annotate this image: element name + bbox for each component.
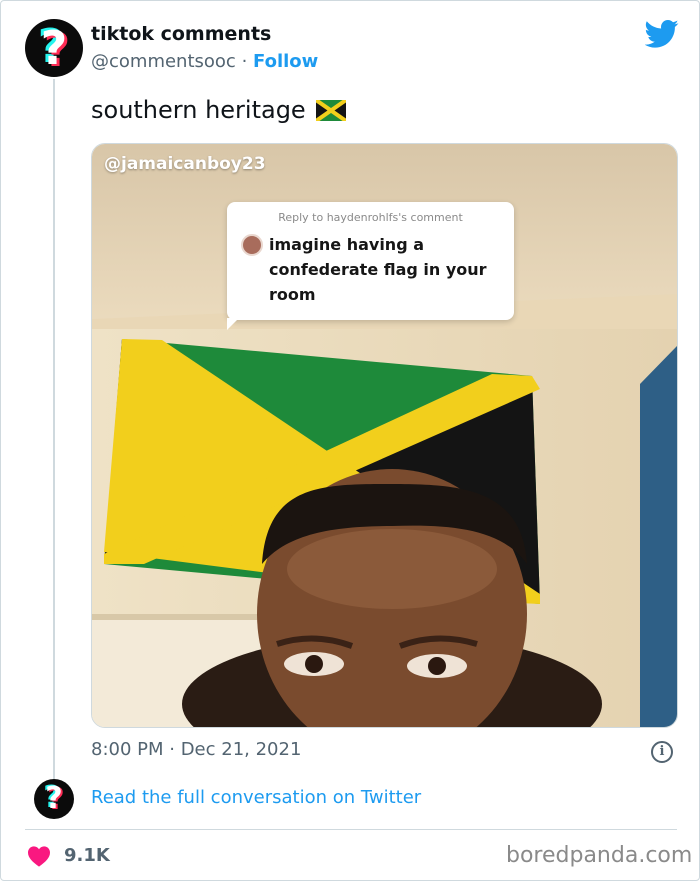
thread-line <box>53 79 55 779</box>
tweet-text-content: southern heritage <box>91 96 306 124</box>
avatar-glyph: ? <box>40 21 68 75</box>
conversation-avatar: ? ? ? <box>34 779 74 819</box>
video-watermark: @jamaicanboy23 <box>104 154 266 174</box>
follow-button[interactable]: Follow <box>253 51 318 72</box>
source-watermark: boredpanda.com <box>506 843 693 868</box>
separator-dot: · <box>241 51 248 72</box>
footer-divider <box>25 829 677 830</box>
info-icon[interactable]: i <box>651 741 673 763</box>
reply-comment-text: imagine having a confederate flag in you… <box>269 235 487 304</box>
author-handle[interactable]: @commentsooc <box>91 51 236 72</box>
tweet-text: southern heritage <box>91 96 346 124</box>
heart-icon[interactable] <box>27 845 51 867</box>
author-handle-row: @commentsooc · Follow <box>91 51 318 72</box>
small-avatar-glyph: ? <box>45 781 63 816</box>
reply-sticker: Reply to haydenrohlfs's comment imagine … <box>227 202 514 330</box>
jamaica-flag-emoji <box>315 99 346 121</box>
author-avatar[interactable]: ? ? ? <box>25 19 83 77</box>
like-count[interactable]: 9.1K <box>64 845 110 866</box>
reply-sticker-tail <box>227 318 239 330</box>
tweet-card: ? ? ? tiktok comments @commentsooc · Fol… <box>0 0 700 881</box>
tweet-timestamp[interactable]: 8:00 PM · Dec 21, 2021 <box>91 739 301 760</box>
read-conversation-link[interactable]: Read the full conversation on Twitter <box>91 787 421 808</box>
commenter-avatar <box>241 234 263 256</box>
reply-header: Reply to haydenrohlfs's comment <box>278 211 463 224</box>
tweet-media-image[interactable]: @jamaicanboy23 Reply to haydenrohlfs's c… <box>91 143 678 728</box>
twitter-bird-icon[interactable] <box>645 19 679 49</box>
author-display-name[interactable]: tiktok comments <box>91 23 271 45</box>
